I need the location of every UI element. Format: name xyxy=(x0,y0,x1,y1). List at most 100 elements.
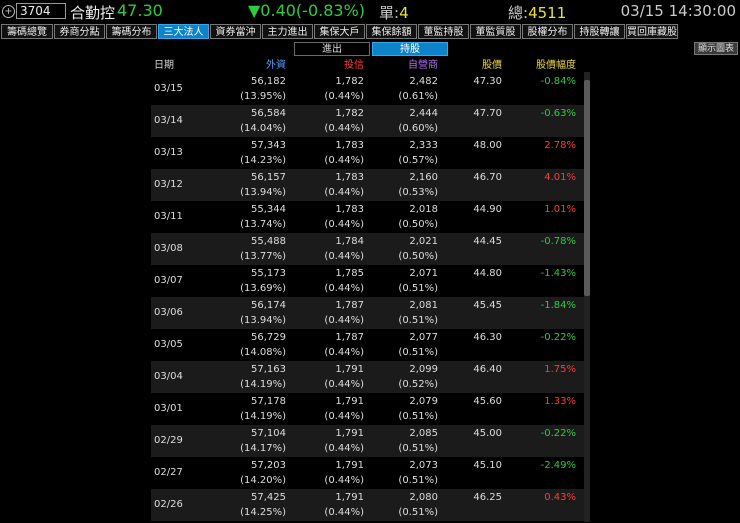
row-trust-pct: (0.44%) xyxy=(324,443,364,454)
tab-tdcc-holders[interactable]: 集保大戶 xyxy=(314,24,365,39)
row-foreign-pct: (13.94%) xyxy=(240,315,286,326)
row-price: 47.30 xyxy=(473,76,502,87)
row-foreign-pct: (13.69%) xyxy=(240,283,286,294)
table-row[interactable]: 03/06 56,174 (13.94%) 1,787 (0.44%) 2,081 (0.5… xyxy=(151,297,584,329)
table-row[interactable]: 03/01 57,178 (14.19%) 1,791 (0.44%) 2,079 (0.5… xyxy=(151,393,584,425)
add-watchlist-icon[interactable]: + xyxy=(2,5,15,18)
row-trust-pct: (0.44%) xyxy=(324,379,364,390)
table-row[interactable]: 02/27 57,203 (14.20%) 1,791 (0.44%) 2,073 (0.5… xyxy=(151,457,584,489)
table-row[interactable]: 03/04 57,163 (14.19%) 1,791 (0.44%) 2,099 (0.5… xyxy=(151,361,584,393)
row-dealer: 2,021 xyxy=(409,236,438,247)
row-foreign: 56,182 xyxy=(251,76,286,87)
row-price-change: -1.43% xyxy=(540,268,576,279)
row-foreign: 57,425 xyxy=(251,492,286,503)
row-foreign: 57,163 xyxy=(251,364,286,375)
col-foreign: 外資 xyxy=(266,60,286,71)
row-dealer: 2,444 xyxy=(409,108,438,119)
col-price: 股價 xyxy=(482,60,502,71)
row-date: 03/15 xyxy=(154,83,183,94)
stock-name: 合勤控 xyxy=(70,4,116,22)
total-volume: 總:4511 xyxy=(508,2,566,23)
row-price-change: 0.43% xyxy=(544,492,576,503)
table-row[interactable]: 03/11 55,344 (13.74%) 1,783 (0.44%) 2,018 (0.5… xyxy=(151,201,584,233)
tab-chip-overview[interactable]: 籌碼總覽 xyxy=(1,24,53,39)
tab-institutional[interactable]: 三大法人 xyxy=(158,24,209,39)
tab-chip-distribution[interactable]: 籌碼分布 xyxy=(106,24,157,39)
row-dealer: 2,482 xyxy=(409,76,438,87)
row-foreign-pct: (14.17%) xyxy=(240,443,286,454)
table-row[interactable]: 03/05 56,729 (14.08%) 1,787 (0.44%) 2,077 (0.5… xyxy=(151,329,584,361)
row-trust: 1,791 xyxy=(335,492,364,503)
row-trust: 1,785 xyxy=(335,268,364,279)
tab-main-force[interactable]: 主力進出 xyxy=(262,24,313,39)
tab-director-pledge[interactable]: 董監質股 xyxy=(470,24,521,39)
row-price: 44.80 xyxy=(473,268,502,279)
row-foreign-pct: (14.19%) xyxy=(240,379,286,390)
tab-tdcc-balance[interactable]: 集保餘額 xyxy=(366,24,417,39)
unit-volume-label: 單: xyxy=(379,4,400,22)
row-trust-pct: (0.44%) xyxy=(324,315,364,326)
col-dealer: 自營商 xyxy=(408,60,438,71)
row-dealer-pct: (0.51%) xyxy=(398,443,438,454)
stock-code-input[interactable] xyxy=(16,3,66,19)
row-trust-pct: (0.44%) xyxy=(324,347,364,358)
table-row[interactable]: 03/07 55,173 (13.69%) 1,785 (0.44%) 2,071 (0.5… xyxy=(151,265,584,297)
total-volume-label: 總: xyxy=(508,4,529,22)
row-trust: 1,791 xyxy=(335,460,364,471)
row-price-change: 1.01% xyxy=(544,204,576,215)
row-foreign-pct: (13.94%) xyxy=(240,187,286,198)
row-trust-pct: (0.44%) xyxy=(324,507,364,518)
row-price: 46.70 xyxy=(473,172,502,183)
row-date: 03/12 xyxy=(154,179,183,190)
row-trust-pct: (0.44%) xyxy=(324,475,364,486)
table-row[interactable]: 03/12 56,157 (13.94%) 1,783 (0.44%) 2,160 (0.5… xyxy=(151,169,584,201)
row-trust: 1,783 xyxy=(335,140,364,151)
row-dealer-pct: (0.50%) xyxy=(398,251,438,262)
tab-equity-distribution[interactable]: 股權分布 xyxy=(522,24,573,39)
row-trust-pct: (0.44%) xyxy=(324,283,364,294)
row-dealer: 2,079 xyxy=(409,396,438,407)
row-dealer: 2,333 xyxy=(409,140,438,151)
row-foreign-pct: (13.95%) xyxy=(240,91,286,102)
show-chart-button[interactable]: 顯示圖表 xyxy=(694,42,738,55)
table-row[interactable]: 02/26 57,425 (14.25%) 1,791 (0.44%) 2,080 (0.5… xyxy=(151,489,584,521)
subtab-flow[interactable]: 進出 xyxy=(294,42,370,56)
row-price-change: -0.84% xyxy=(540,76,576,87)
row-foreign: 57,104 xyxy=(251,428,286,439)
table-row[interactable]: 02/29 57,104 (14.17%) 1,791 (0.44%) 2,085 (0.5… xyxy=(151,425,584,457)
row-dealer: 2,018 xyxy=(409,204,438,215)
row-price: 44.90 xyxy=(473,204,502,215)
row-date: 02/26 xyxy=(154,499,183,510)
tab-treasury-buyback[interactable]: 買回庫藏股 xyxy=(626,24,678,39)
tab-margin-daytrade[interactable]: 資券當沖 xyxy=(210,24,261,39)
row-trust: 1,791 xyxy=(335,428,364,439)
row-dealer: 2,081 xyxy=(409,300,438,311)
table-row[interactable]: 03/08 55,488 (13.77%) 1,784 (0.44%) 2,021 (0.5… xyxy=(151,233,584,265)
table-row[interactable]: 03/14 56,584 (14.04%) 1,782 (0.44%) 2,444 (0.6… xyxy=(151,105,584,137)
tab-share-transfer[interactable]: 持股轉讓 xyxy=(574,24,625,39)
tab-director-holdings[interactable]: 董監持股 xyxy=(418,24,469,39)
row-date: 03/01 xyxy=(154,403,183,414)
row-date: 02/29 xyxy=(154,435,183,446)
subtab-holdings[interactable]: 持股 xyxy=(372,42,448,56)
col-date: 日期 xyxy=(154,60,174,71)
row-trust: 1,784 xyxy=(335,236,364,247)
tab-broker-branch[interactable]: 券商分點 xyxy=(54,24,105,39)
table-scrollbar[interactable] xyxy=(584,72,590,522)
table-row[interactable]: 03/15 56,182 (13.95%) 1,782 (0.44%) 2,482 (0.6… xyxy=(151,73,584,105)
table-row[interactable]: 03/13 57,343 (14.23%) 1,783 (0.44%) 2,333 (0.5… xyxy=(151,137,584,169)
row-dealer: 2,077 xyxy=(409,332,438,343)
quote-datetime: 03/15 14:30:00 xyxy=(620,2,736,20)
row-foreign-pct: (14.19%) xyxy=(240,411,286,422)
row-price: 46.25 xyxy=(473,492,502,503)
row-price: 45.45 xyxy=(473,300,502,311)
row-price: 45.10 xyxy=(473,460,502,471)
last-price: 47.30 xyxy=(117,1,163,20)
row-price: 47.70 xyxy=(473,108,502,119)
row-dealer: 2,160 xyxy=(409,172,438,183)
row-price-change: -0.22% xyxy=(540,428,576,439)
row-dealer: 2,073 xyxy=(409,460,438,471)
row-trust-pct: (0.44%) xyxy=(324,411,364,422)
row-foreign-pct: (14.08%) xyxy=(240,347,286,358)
scrollbar-thumb[interactable] xyxy=(584,80,590,296)
